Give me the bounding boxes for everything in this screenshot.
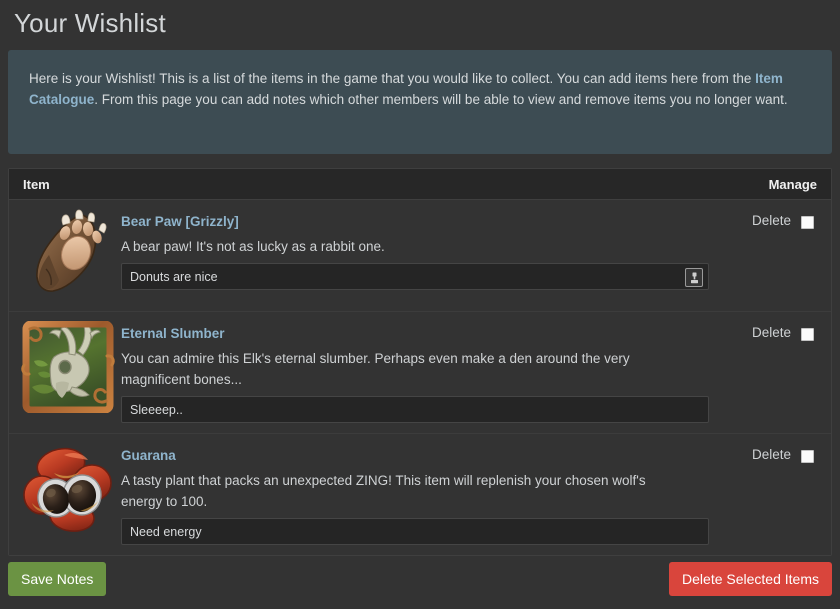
wishlist-page: Your Wishlist Here is your Wishlist! Thi… [0, 0, 840, 609]
column-header-manage: Manage [769, 177, 817, 192]
delete-checkbox[interactable] [801, 328, 814, 341]
delete-label: Delete [752, 213, 791, 228]
table-row: Guarana A tasty plant that packs an unex… [9, 434, 831, 555]
table-row: Bear Paw [Grizzly] A bear paw! It's not … [9, 200, 831, 312]
item-note-field-wrap [121, 263, 709, 290]
item-thumbnail-cell [15, 320, 121, 423]
bear-paw-grizzly-thumbnail [20, 209, 116, 301]
wishlist-table: Item Manage [8, 168, 832, 556]
item-name-link[interactable]: Guarana [121, 448, 176, 463]
item-thumbnail-cell [15, 208, 121, 301]
delete-checkbox[interactable] [801, 216, 814, 229]
page-title: Your Wishlist [8, 0, 832, 40]
item-details-cell: Bear Paw [Grizzly] A bear paw! It's not … [121, 208, 752, 301]
table-row: Eternal Slumber You can admire this Elk'… [9, 312, 831, 434]
info-text-part1: Here is your Wishlist! This is a list of… [29, 71, 755, 86]
item-name-link[interactable]: Bear Paw [Grizzly] [121, 214, 239, 229]
item-description: A tasty plant that packs an unexpected Z… [121, 470, 677, 512]
info-panel: Here is your Wishlist! This is a list of… [8, 50, 832, 154]
delete-label: Delete [752, 325, 791, 340]
eternal-slumber-thumbnail [20, 321, 116, 413]
item-manage-cell: Delete [752, 442, 817, 545]
item-note-input[interactable] [121, 396, 709, 423]
item-thumbnail-cell [15, 442, 121, 545]
footer-actions: Save Notes Delete Selected Items [8, 562, 832, 596]
item-manage-cell: Delete [752, 208, 817, 301]
delete-label: Delete [752, 447, 791, 462]
autofill-icon[interactable] [685, 268, 703, 287]
info-text-part2: . From this page you can add notes which… [94, 92, 787, 107]
delete-checkbox[interactable] [801, 450, 814, 463]
item-details-cell: Guarana A tasty plant that packs an unex… [121, 442, 752, 545]
delete-selected-items-button[interactable]: Delete Selected Items [669, 562, 832, 596]
item-note-field-wrap [121, 396, 709, 423]
info-text: Here is your Wishlist! This is a list of… [29, 68, 811, 110]
guarana-thumbnail [20, 443, 116, 535]
item-name-link[interactable]: Eternal Slumber [121, 326, 225, 341]
item-note-input[interactable] [121, 263, 709, 290]
column-header-item: Item [23, 177, 50, 192]
item-details-cell: Eternal Slumber You can admire this Elk'… [121, 320, 752, 423]
item-manage-cell: Delete [752, 320, 817, 423]
item-note-input[interactable] [121, 518, 709, 545]
table-header-row: Item Manage [9, 169, 831, 200]
item-description: You can admire this Elk's eternal slumbe… [121, 348, 677, 390]
save-notes-button[interactable]: Save Notes [8, 562, 106, 596]
item-description: A bear paw! It's not as lucky as a rabbi… [121, 236, 677, 257]
item-note-field-wrap [121, 518, 709, 545]
